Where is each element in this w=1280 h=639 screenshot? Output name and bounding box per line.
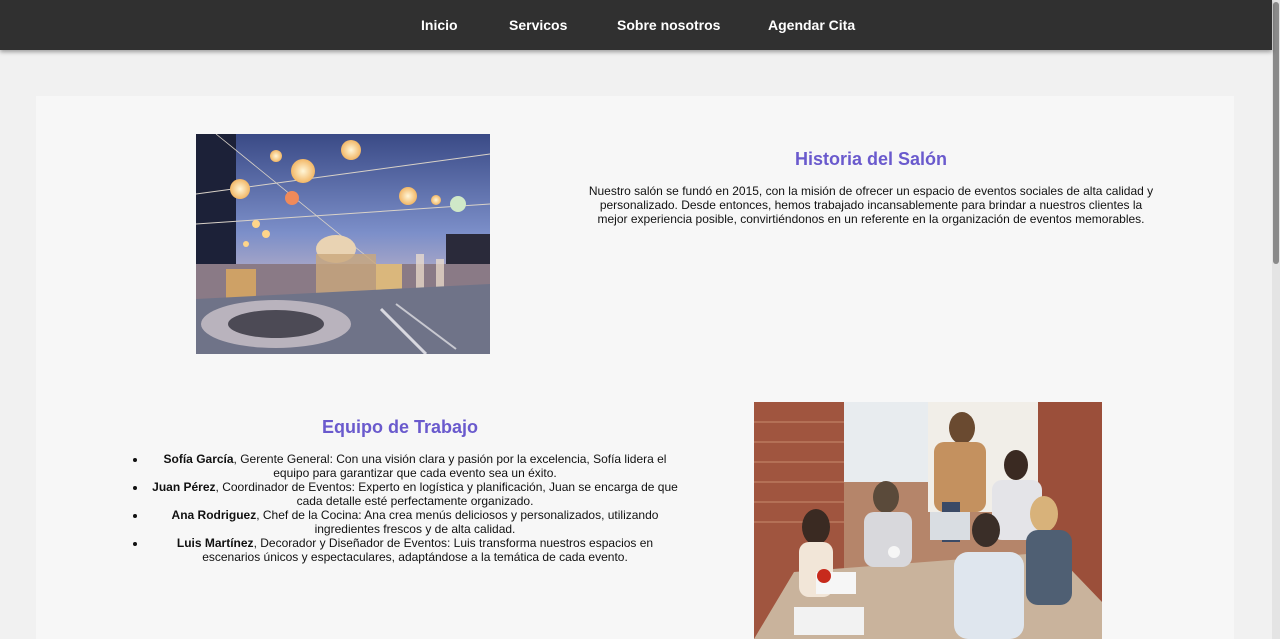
- member-name: Sofía García: [163, 452, 234, 466]
- member-description: , Chef de la Cocina: Ana crea menús deli…: [256, 508, 659, 536]
- team-member-item: Luis Martínez, Decorador y Diseñador de …: [130, 536, 690, 564]
- team-member-item: Sofía García, Gerente General: Con una v…: [130, 452, 690, 480]
- member-name: Juan Pérez: [152, 480, 216, 494]
- nav-link-agendar-cita[interactable]: Agendar Cita: [768, 17, 855, 33]
- scrollbar-thumb[interactable]: [1273, 2, 1279, 264]
- nav-link-inicio[interactable]: Inicio: [421, 17, 458, 33]
- member-name: Luis Martínez: [176, 536, 254, 550]
- top-navbar: Inicio Servicos Sobre nosotros Agendar C…: [0, 0, 1272, 50]
- team-meeting-photo: [754, 402, 1102, 639]
- member-description: , Decorador y Diseñador de Eventos: Luis…: [202, 536, 654, 564]
- event-table-photo: [196, 134, 490, 354]
- member-name: Ana Rodriguez: [171, 508, 257, 522]
- nav-link-sobre-nosotros[interactable]: Sobre nosotros: [617, 17, 720, 33]
- team-member-item: Juan Pérez, Coordinador de Eventos: Expe…: [130, 480, 690, 508]
- team-title: Equipo de Trabajo: [321, 417, 478, 437]
- page-scrollbar[interactable]: [1272, 0, 1280, 639]
- history-paragraph: Nuestro salón se fundó en 2015, con la m…: [588, 184, 1154, 226]
- member-description: , Gerente General: Con una visión clara …: [233, 452, 667, 480]
- member-description: , Coordinador de Eventos: Experto en log…: [215, 480, 678, 508]
- history-title: Historia del Salón: [794, 149, 948, 169]
- team-member-list: Sofía García, Gerente General: Con una v…: [130, 452, 690, 564]
- team-member-item: Ana Rodriguez, Chef de la Cocina: Ana cr…: [130, 508, 690, 536]
- nav-link-servicos[interactable]: Servicos: [509, 17, 567, 33]
